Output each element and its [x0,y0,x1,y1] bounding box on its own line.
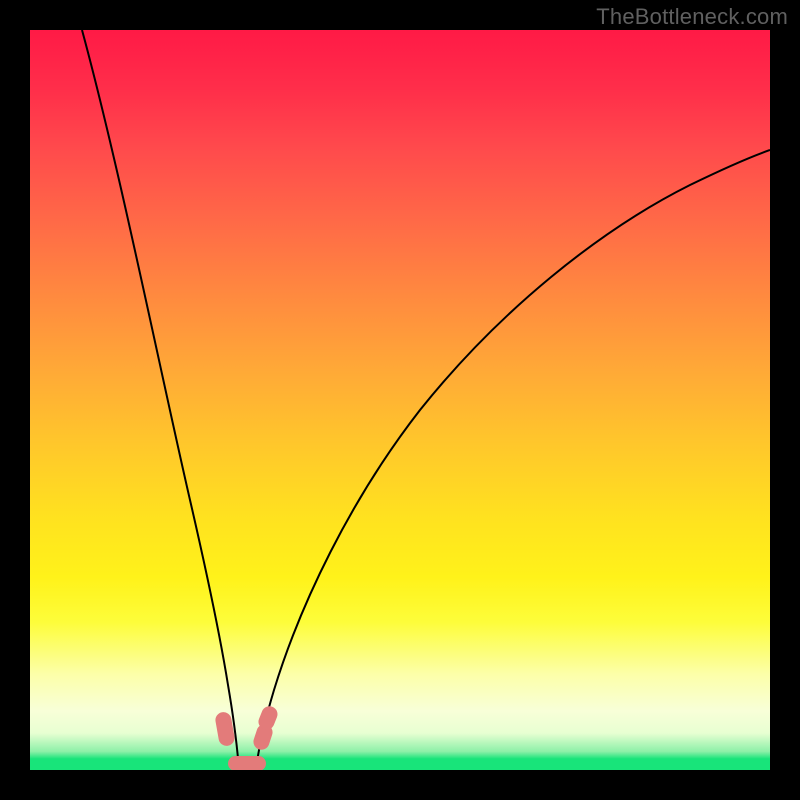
chart-frame: TheBottleneck.com [0,0,800,800]
marker-floor-blob [228,756,266,770]
curves-svg [30,30,770,770]
watermark-text: TheBottleneck.com [596,4,788,30]
curve-left [82,30,239,770]
curve-right [256,150,770,770]
